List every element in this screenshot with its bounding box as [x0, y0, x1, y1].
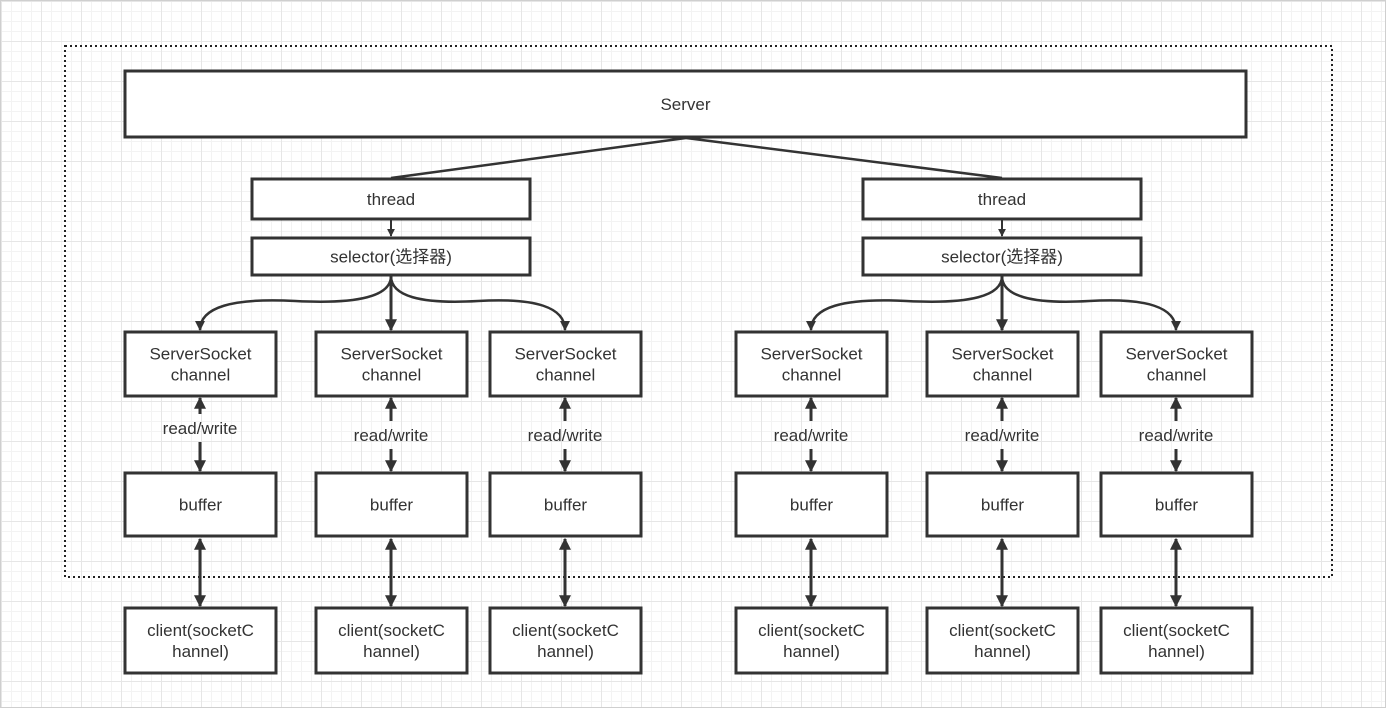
client-box-label: hannel)	[363, 642, 420, 661]
selector-to-channel-arrow	[389, 275, 570, 331]
client-box: client(socketC hannel)	[734, 606, 889, 675]
server-socket-channel-box: ServerSocket channel	[488, 330, 643, 398]
client-box-label: hannel)	[974, 642, 1031, 661]
buffer-box: buffer	[1099, 471, 1254, 538]
selector-box: selector(选择器)	[861, 236, 1143, 277]
client-box: client(socketC hannel)	[488, 606, 643, 675]
client-box-rect	[734, 606, 889, 675]
server-socket-channel-box: ServerSocket channel	[734, 330, 889, 398]
client-box-rect	[1099, 606, 1254, 675]
diagram-canvas: Server thread selector(选择器) ServerSocket cha…	[0, 0, 1386, 708]
thread-box: thread	[250, 177, 532, 221]
thread-box: thread	[861, 177, 1143, 221]
client-box: client(socketC hannel)	[925, 606, 1080, 675]
buffer-box-label: buffer	[790, 496, 834, 515]
buffer-box-label: buffer	[179, 496, 223, 515]
client-box: client(socketC hannel)	[1099, 606, 1254, 675]
selector-box-label: selector(选择器)	[941, 248, 1063, 267]
read-write-label: read/write	[774, 426, 849, 445]
client-box-label: hannel)	[783, 642, 840, 661]
server-socket-channel-box: ServerSocket channel	[925, 330, 1080, 398]
server-box: Server	[123, 69, 1248, 139]
client-box-label: client(socketC	[147, 621, 254, 640]
server-socket-channel-box-label: ServerSocket	[760, 345, 862, 364]
server-socket-channel-box-label: channel	[782, 366, 842, 385]
client-box-label: client(socketC	[758, 621, 865, 640]
client-box-label: client(socketC	[1123, 621, 1230, 640]
read-write-label: read/write	[163, 419, 238, 438]
buffer-box-label: buffer	[1155, 496, 1199, 515]
client-box-label: client(socketC	[512, 621, 619, 640]
thread-box-label: thread	[367, 190, 415, 209]
buffer-box-label: buffer	[544, 496, 588, 515]
selector-box-label: selector(选择器)	[330, 248, 452, 267]
client-box-label: client(socketC	[949, 621, 1056, 640]
selector-to-channel-arrow	[195, 275, 393, 331]
selector-box: selector(选择器)	[250, 236, 532, 277]
buffer-box: buffer	[123, 471, 278, 538]
thread-box-label: thread	[978, 190, 1026, 209]
client-box-rect	[314, 606, 469, 675]
client-box: client(socketC hannel)	[123, 606, 278, 675]
server-socket-channel-box: ServerSocket channel	[314, 330, 469, 398]
read-write-label: read/write	[965, 426, 1040, 445]
client-box-label: hannel)	[537, 642, 594, 661]
buffer-box: buffer	[314, 471, 469, 538]
server-box-label: Server	[660, 95, 710, 114]
server-socket-channel-box-label: ServerSocket	[149, 345, 251, 364]
buffer-box: buffer	[925, 471, 1080, 538]
buffer-box: buffer	[488, 471, 643, 538]
server-socket-channel-box-label: ServerSocket	[951, 345, 1053, 364]
read-write-label: read/write	[1139, 426, 1214, 445]
client-box: client(socketC hannel)	[314, 606, 469, 675]
client-box-rect	[925, 606, 1080, 675]
selector-to-channel-arrow	[806, 275, 1004, 331]
client-box-label: hannel)	[172, 642, 229, 661]
server-socket-channel-box-label: channel	[171, 366, 231, 385]
buffer-box-label: buffer	[370, 496, 414, 515]
server-socket-channel-box-label: ServerSocket	[1125, 345, 1227, 364]
client-box-rect	[488, 606, 643, 675]
server-socket-channel-box-rect	[925, 330, 1080, 398]
selector-to-channel-arrow	[1000, 275, 1181, 331]
server-socket-channel-box-label: channel	[1147, 366, 1207, 385]
server-socket-channel-box-rect	[488, 330, 643, 398]
server-socket-channel-box-rect	[123, 330, 278, 398]
server-socket-channel-box-rect	[734, 330, 889, 398]
server-to-thread-line	[390, 136, 687, 180]
read-write-label: read/write	[354, 426, 429, 445]
server-socket-channel-box-label: channel	[973, 366, 1033, 385]
server-socket-channel-box-label: channel	[362, 366, 422, 385]
server-socket-channel-box: ServerSocket channel	[1099, 330, 1254, 398]
buffer-box-label: buffer	[981, 496, 1025, 515]
server-socket-channel-box-label: ServerSocket	[340, 345, 442, 364]
architecture-diagram: Server thread selector(选择器) ServerSocket cha…	[64, 45, 1333, 675]
buffer-box: buffer	[734, 471, 889, 538]
client-box-label: hannel)	[1148, 642, 1205, 661]
server-socket-channel-box-label: ServerSocket	[514, 345, 616, 364]
server-socket-channel-box-rect	[314, 330, 469, 398]
client-box-label: client(socketC	[338, 621, 445, 640]
client-box-rect	[123, 606, 278, 675]
server-socket-channel-box: ServerSocket channel	[123, 330, 278, 398]
read-write-label: read/write	[528, 426, 603, 445]
server-socket-channel-box-label: channel	[536, 366, 596, 385]
server-socket-channel-box-rect	[1099, 330, 1254, 398]
server-to-thread-line	[685, 136, 1003, 180]
